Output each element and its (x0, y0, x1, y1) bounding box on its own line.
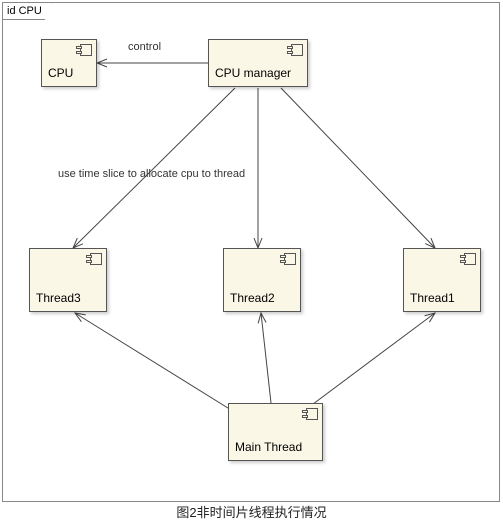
component-label: Thread2 (230, 291, 275, 305)
edge-label-allocate: use time slice to allocate cpu to thread (58, 168, 245, 180)
component-cpu-manager: CPU manager (208, 39, 308, 87)
component-cpu: CPU (41, 39, 97, 87)
edge-main-thread3 (75, 313, 236, 413)
component-icon (76, 44, 92, 56)
component-icon (460, 253, 476, 265)
component-label: Thread1 (410, 291, 455, 305)
component-label: CPU (48, 66, 73, 80)
edge-label-control: control (128, 41, 161, 53)
component-thread1: Thread1 (403, 248, 481, 312)
component-icon (302, 408, 318, 420)
edge-main-thread1 (301, 313, 435, 413)
component-thread3: Thread3 (29, 248, 107, 312)
component-icon (280, 253, 296, 265)
edge-allocate-thread1 (281, 88, 435, 248)
frame-title: id CPU (2, 2, 53, 20)
component-icon (287, 44, 303, 56)
figure-caption: 图2非时间片线程执行情况 (0, 502, 503, 521)
component-label: CPU manager (215, 66, 291, 80)
diagram-frame: id CPU control use time slice (2, 2, 500, 502)
component-label: Main Thread (235, 440, 302, 454)
component-main-thread: Main Thread (228, 403, 323, 461)
component-thread2: Thread2 (223, 248, 301, 312)
edge-main-thread2 (261, 313, 271, 403)
component-icon (86, 253, 102, 265)
component-label: Thread3 (36, 291, 81, 305)
diagram-stage: id CPU control use time slice (0, 0, 503, 523)
